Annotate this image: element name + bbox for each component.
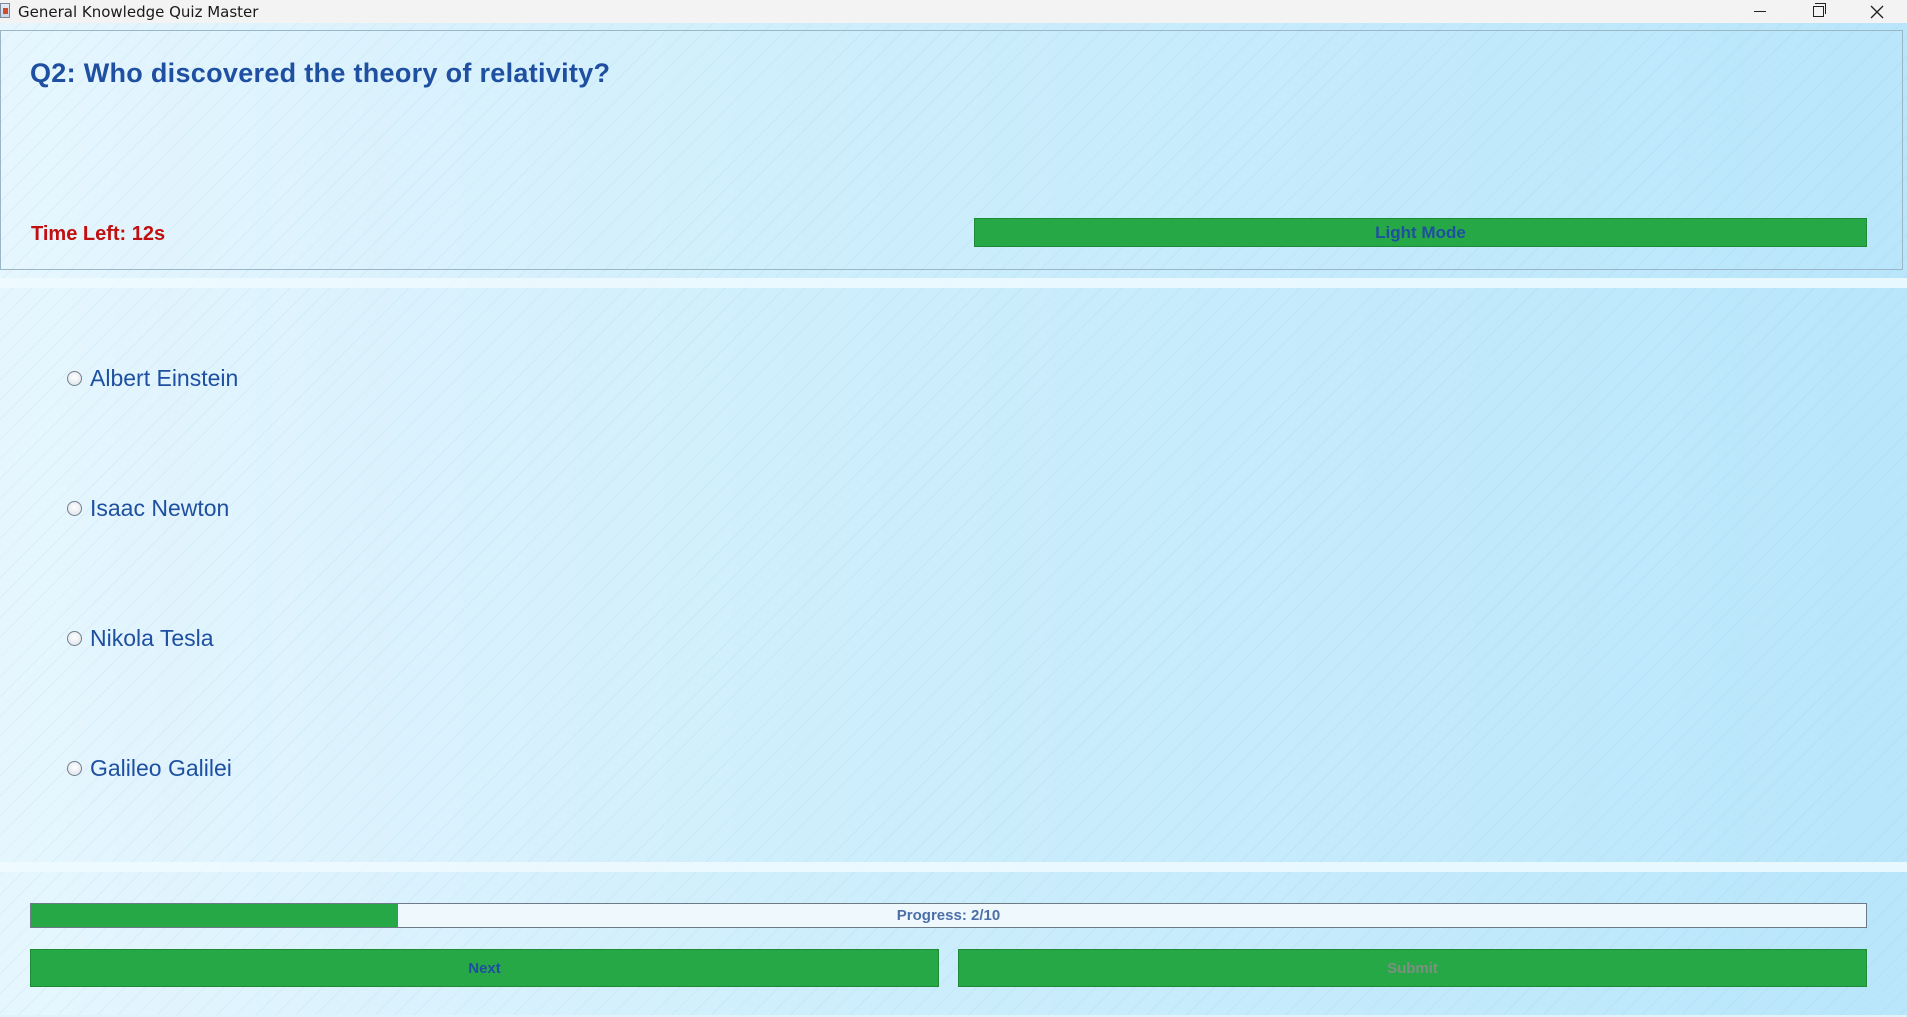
option-isaac-newton[interactable]: Isaac Newton — [67, 495, 229, 522]
radio-button[interactable] — [67, 631, 82, 646]
submit-button[interactable]: Submit — [958, 949, 1867, 987]
minimize-button[interactable] — [1731, 0, 1789, 23]
option-label: Isaac Newton — [90, 495, 230, 521]
restore-icon — [1812, 3, 1826, 17]
panel-divider — [0, 278, 1907, 288]
radio-button[interactable] — [67, 371, 82, 386]
option-galileo-galilei[interactable]: Galileo Galilei — [67, 755, 232, 782]
app-window: General Knowledge Quiz Master Q2: Who di… — [0, 0, 1907, 1017]
restore-button[interactable] — [1789, 0, 1847, 23]
option-label: Albert Einstein — [90, 365, 239, 391]
option-nikola-tesla[interactable]: Nikola Tesla — [67, 625, 214, 652]
close-icon — [1870, 5, 1884, 18]
panel-divider — [0, 862, 1907, 872]
window-title: General Knowledge Quiz Master — [18, 3, 259, 21]
close-button[interactable] — [1848, 0, 1906, 23]
progress-label: Progress: 2/10 — [896, 907, 1001, 924]
radio-button[interactable] — [67, 501, 82, 516]
option-label: Galileo Galilei — [90, 755, 232, 781]
radio-button[interactable] — [67, 761, 82, 776]
question-text: Q2: Who discovered the theory of relativ… — [30, 58, 611, 88]
option-albert-einstein[interactable]: Albert Einstein — [67, 365, 238, 392]
app-icon — [0, 3, 10, 18]
timer-label: Time Left: 12s — [31, 223, 166, 245]
title-bar: General Knowledge Quiz Master — [0, 0, 1907, 23]
minimize-icon — [1754, 11, 1766, 12]
option-label: Nikola Tesla — [90, 625, 214, 651]
next-button[interactable]: Next — [30, 949, 939, 987]
light-mode-button[interactable]: Light Mode — [974, 218, 1867, 247]
progress-bar: Progress: 2/10 — [30, 903, 1867, 928]
